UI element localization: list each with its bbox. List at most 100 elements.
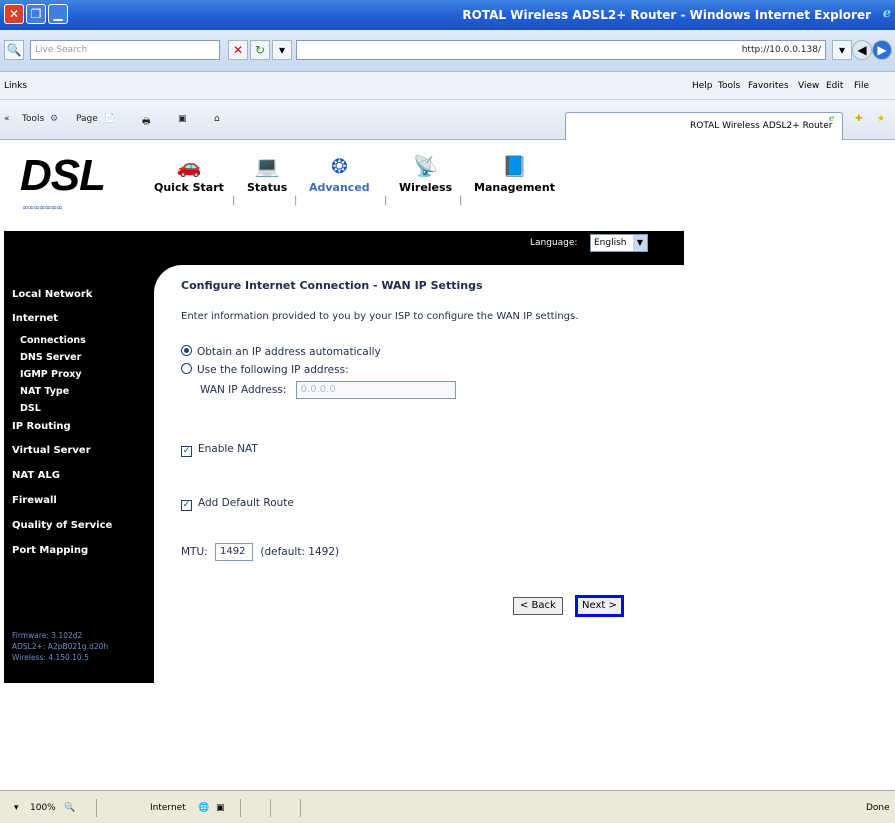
gear-icon[interactable]: ⚙ [50, 114, 58, 124]
minimize-icon[interactable]: ▁ [48, 4, 68, 24]
globe-icon: ❂ [330, 154, 348, 178]
sidebar-item-port-mapping[interactable]: Port Mapping [12, 545, 88, 556]
window-titlebar: ✕ ❐ ▁ ROTAL Wireless ADSL2+ Router - Win… [0, 0, 895, 30]
nav-status[interactable]: 💻 Status [247, 147, 287, 194]
sidebar-item-ip-routing[interactable]: IP Routing [12, 421, 71, 432]
sidebar-item-firewall[interactable]: Firewall [12, 495, 57, 506]
page-button[interactable]: Page [76, 114, 98, 124]
radio-manual-ip[interactable] [181, 363, 192, 374]
sidebar-item-internet[interactable]: Internet [12, 313, 58, 324]
firmware-version: Firmware: 3.102d2 [12, 631, 83, 640]
refresh-icon[interactable]: ↻ [250, 40, 270, 60]
back-button[interactable]: < Back [513, 597, 563, 615]
sidebar-item-dns-server[interactable]: DNS Server [20, 352, 81, 363]
default-route-checkbox[interactable]: ✓ [181, 500, 192, 511]
feeds-icon[interactable]: ▣ [178, 114, 187, 124]
menu-file[interactable]: File [854, 81, 869, 91]
header-band [4, 231, 684, 265]
nav-quick-start-label: Quick Start [154, 181, 224, 194]
browser-content: DSL ∞∞∞∞∞∞∞ 🚗 Quick Start | 💻 Status | ❂… [0, 141, 895, 790]
option-auto-ip[interactable]: Obtain an IP address automatically [181, 345, 381, 358]
language-select[interactable]: English ▼ [590, 234, 648, 252]
option-manual-label: Use the following IP address: [197, 364, 349, 376]
menu-edit[interactable]: Edit [826, 81, 843, 91]
status-text: Done [866, 803, 890, 813]
add-favorite-icon[interactable]: ✚ [855, 114, 863, 124]
next-button[interactable]: Next > [575, 595, 624, 617]
sidebar-item-virtual-server[interactable]: Virtual Server [12, 445, 91, 456]
radio-auto-ip[interactable] [181, 345, 192, 356]
nav-status-label: Status [247, 181, 288, 194]
menu-view[interactable]: View [798, 81, 819, 91]
sidebar-item-connections[interactable]: Connections [20, 335, 86, 346]
history-dropdown-icon[interactable]: ▾ [832, 40, 852, 60]
back-nav-icon[interactable]: ◀ [852, 40, 872, 60]
sidebar-item-quality-of-service[interactable]: Quality of Service [12, 520, 112, 531]
search-icon[interactable]: 🔍 [4, 40, 24, 60]
nav-advanced[interactable]: ❂ Advanced [309, 147, 370, 194]
sidebar-item-dsl[interactable]: DSL [20, 403, 41, 414]
tools-button[interactable]: Tools [22, 114, 44, 124]
print-icon[interactable]: 🖶 [142, 114, 151, 130]
menu-tools[interactable]: Tools [718, 81, 740, 91]
mtu-label: MTU: [181, 546, 208, 558]
home-icon[interactable]: ⌂ [214, 114, 220, 124]
url-field[interactable]: http://10.0.0.138/ [296, 40, 826, 60]
zoom-icon[interactable]: 🔍 [64, 803, 75, 813]
sidebar-item-igmp-proxy[interactable]: IGMP Proxy [20, 369, 82, 380]
enable-nat-checkbox[interactable]: ✓ [181, 446, 192, 457]
option-manual-ip[interactable]: Use the following IP address: [181, 363, 349, 376]
option-auto-label: Obtain an IP address automatically [197, 346, 381, 358]
favorites-star-icon[interactable]: ★ [877, 114, 885, 124]
ie-tab-icon: ℯ [829, 114, 835, 124]
laptop-icon: 💻 [254, 154, 280, 178]
antenna-icon: 📡 [413, 154, 439, 178]
status-divider [300, 799, 301, 817]
nav-wireless[interactable]: 📡 Wireless [399, 147, 452, 194]
close-icon[interactable]: ✕ [4, 4, 24, 24]
sidebar-item-local-network[interactable]: Local Network [12, 289, 92, 300]
language-value: English [594, 238, 627, 248]
restore-icon[interactable]: ❐ [26, 4, 46, 24]
browser-tab[interactable]: ROTAL Wireless ADSL2+ Router [565, 112, 843, 140]
dropdown-chevron-icon[interactable]: ▾ [272, 40, 292, 60]
ie-logo-icon: ℯ [882, 6, 891, 21]
tab-title: ROTAL Wireless ADSL2+ Router [690, 121, 833, 131]
stop-icon[interactable]: ✕ [228, 40, 248, 60]
zoom-level[interactable]: 100% [30, 803, 56, 813]
language-label: Language: [530, 238, 578, 248]
wan-ip-row: WAN IP Address: 0.0.0.0 [200, 381, 456, 399]
forward-nav-icon[interactable]: ▶ [872, 40, 892, 60]
sidebar-item-nat-alg[interactable]: NAT ALG [12, 470, 60, 481]
adsl-version: ADSL2+: A2pB021g.d20h [12, 642, 109, 651]
wan-ip-input[interactable]: 0.0.0.0 [295, 381, 456, 399]
car-icon: 🚗 [176, 154, 202, 178]
enable-nat-row[interactable]: ✓ Enable NAT [181, 443, 258, 457]
protected-mode-icon: ▣ [216, 803, 225, 813]
page-icon[interactable]: 📄 [104, 114, 115, 124]
globe-zone-icon: 🌐 [198, 803, 210, 813]
menu-help[interactable]: Help [692, 81, 713, 91]
zoom-dropdown-icon[interactable]: ▾ [14, 803, 19, 813]
links-label[interactable]: Links [4, 81, 27, 91]
page-title: Configure Internet Connection - WAN IP S… [181, 279, 483, 292]
default-route-row[interactable]: ✓ Add Default Route [181, 497, 294, 511]
menu-favorites[interactable]: Favorites [748, 81, 789, 91]
status-divider [270, 799, 271, 817]
book-icon: 📘 [502, 154, 527, 178]
mtu-input[interactable]: 1492 [215, 543, 254, 561]
nav-quick-start[interactable]: 🚗 Quick Start [154, 147, 224, 194]
sidebar-item-nat-type[interactable]: NAT Type [20, 386, 69, 397]
chevron-icon[interactable]: « [4, 114, 10, 124]
address-bar: 🔍 Live Search ✕ ↻ ▾ http://10.0.0.138/ ▾… [0, 30, 895, 72]
mtu-default-text: (default: 1492) [260, 546, 340, 558]
nav-separator: | [294, 195, 298, 206]
status-bar: ▾ 100% 🔍 Internet 🌐 ▣ Done [0, 790, 895, 823]
nav-management[interactable]: 📘 Management [474, 147, 555, 194]
live-search-input[interactable]: Live Search [30, 40, 220, 60]
nav-separator: | [459, 195, 463, 206]
default-route-label: Add Default Route [198, 497, 294, 509]
router-header: DSL ∞∞∞∞∞∞∞ 🚗 Quick Start | 💻 Status | ❂… [4, 147, 684, 231]
status-divider [240, 799, 241, 817]
sidebar: Local Network Internet Connections DNS S… [4, 265, 184, 683]
